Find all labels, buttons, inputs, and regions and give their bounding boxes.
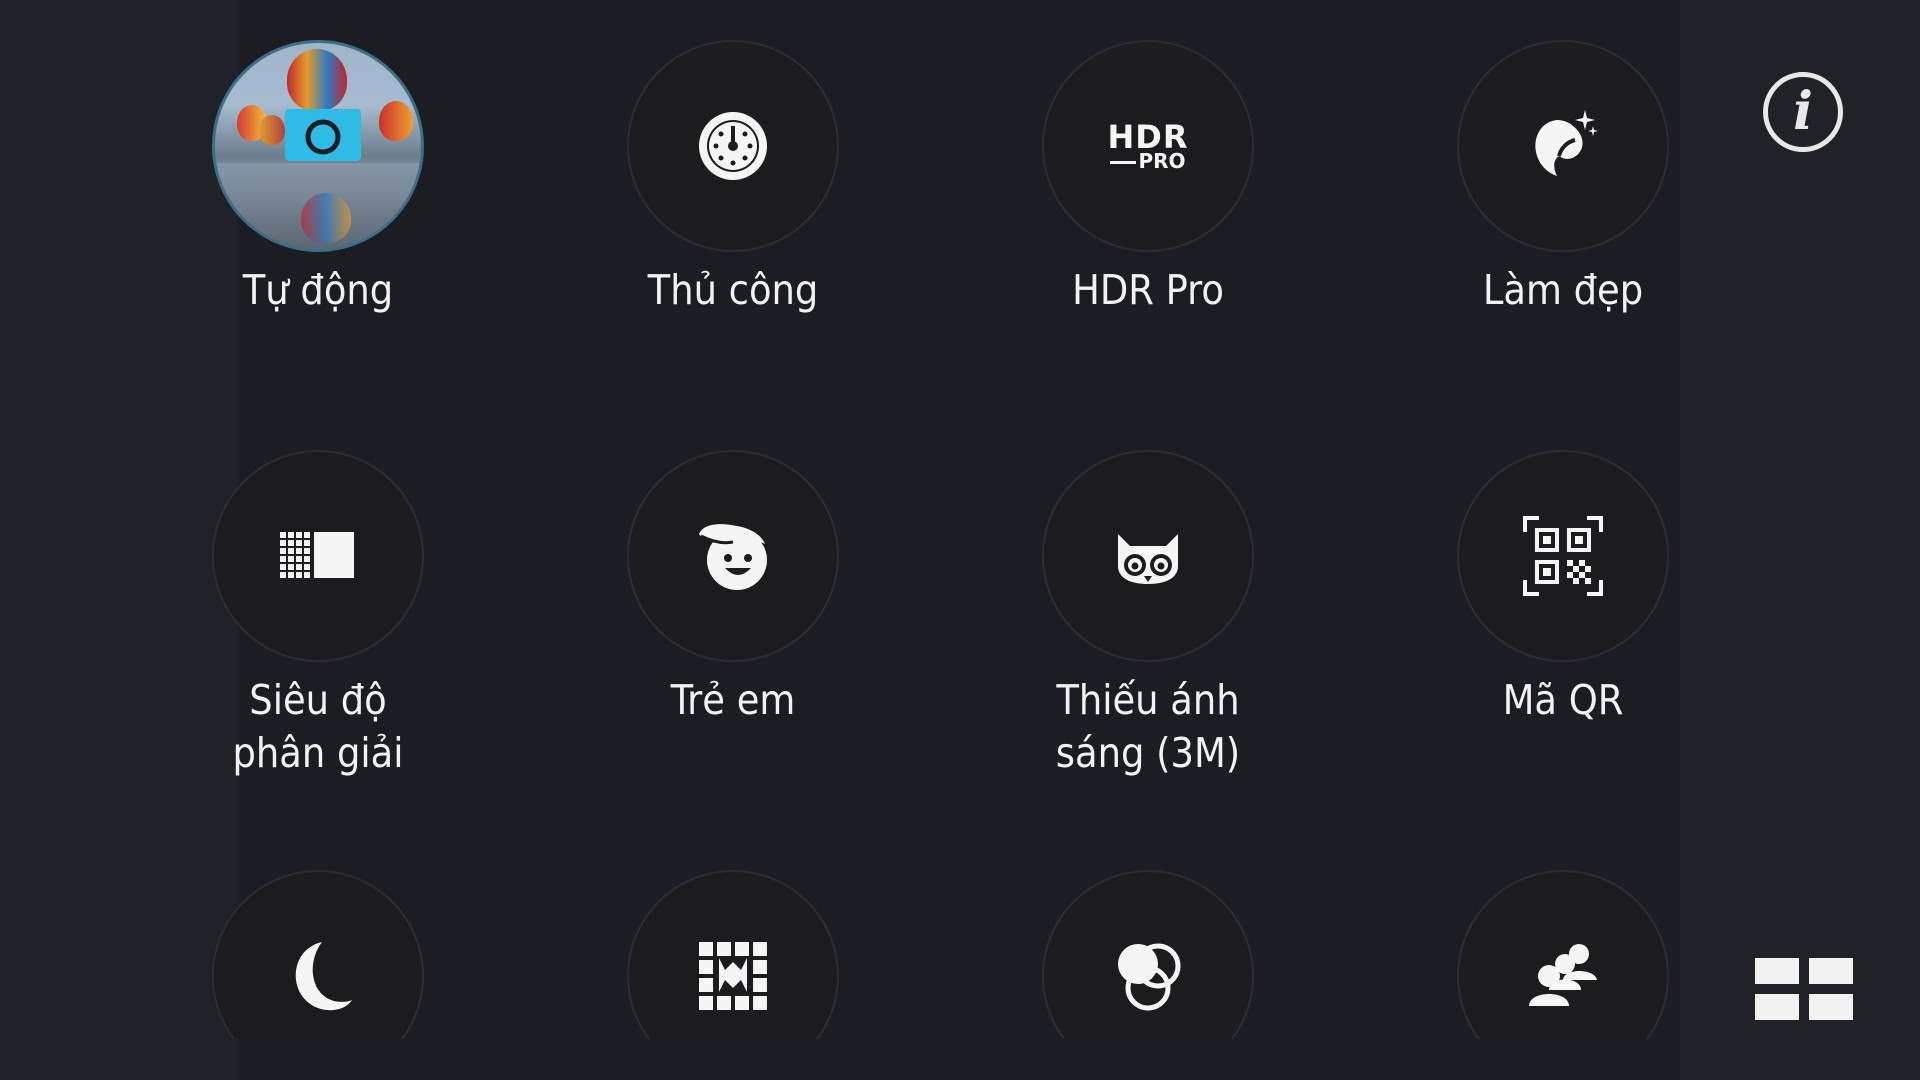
night-moon-icon: [295, 942, 352, 1011]
mode-collage-button[interactable]: [627, 870, 839, 1039]
mode-label: Tự động: [242, 266, 394, 314]
group-people-icon: [1529, 944, 1597, 1006]
mode-qr[interactable]: Mã QR: [1413, 450, 1680, 727]
manual-dial-icon: [699, 112, 767, 180]
mode-hdr-pro-button[interactable]: HDR PRO: [1042, 40, 1254, 252]
grid-layout-button[interactable]: [1755, 958, 1853, 1022]
mode-beauty[interactable]: Làm đẹp: [1413, 40, 1680, 317]
mode-beauty-button[interactable]: [1457, 40, 1669, 252]
mode-label: Thiếu ánh sáng (3M): [1055, 676, 1241, 777]
frame-collage-icon: [699, 942, 767, 1010]
mode-qr-button[interactable]: [1457, 450, 1669, 662]
mode-filter-button[interactable]: [1042, 870, 1254, 1039]
mode-manual-button[interactable]: [627, 40, 839, 252]
mode-label: Thủ công: [647, 266, 819, 314]
mode-low-light[interactable]: Thiếu ánh sáng (3M): [998, 450, 1298, 780]
mode-group-button[interactable]: [1457, 870, 1669, 1039]
mode-label: Trẻ em: [670, 676, 796, 724]
mode-auto[interactable]: Tự động: [168, 40, 468, 317]
mode-label: Siêu độ phân giải: [232, 676, 404, 777]
mode-children[interactable]: Trẻ em: [583, 450, 883, 727]
children-face-icon: [699, 524, 767, 590]
beautify-icon: [1535, 110, 1598, 176]
mode-label: Làm đẹp: [1482, 266, 1644, 314]
mode-label: HDR Pro: [1072, 266, 1224, 314]
mode-super-resolution[interactable]: Siêu độ phân giải: [168, 450, 468, 780]
info-icon: i: [1793, 81, 1813, 142]
mode-grid: Tự động Thủ công HDR PRO HDR Pro Làm đẹp…: [0, 0, 1680, 1039]
mode-night-button[interactable]: [212, 870, 424, 1039]
mode-label: Mã QR: [1502, 676, 1624, 724]
mode-auto-button[interactable]: [212, 40, 424, 252]
filter-circles-icon: [1118, 943, 1181, 1011]
mode-super-resolution-button[interactable]: [212, 450, 424, 662]
mode-low-light-button[interactable]: [1042, 450, 1254, 662]
hdr-pro-icon: HDR PRO: [1107, 118, 1189, 173]
mode-group[interactable]: [1413, 870, 1680, 1039]
qr-code-icon: [1523, 516, 1603, 596]
camera-mode-screen: Tự động Thủ công HDR PRO HDR Pro Làm đẹp…: [0, 0, 1920, 1080]
grid-layout-icon: [1755, 958, 1799, 984]
mode-night[interactable]: [168, 870, 468, 1039]
mode-collage[interactable]: [583, 870, 883, 1039]
auto-camera-icon: [285, 109, 361, 161]
mode-manual[interactable]: Thủ công: [583, 40, 883, 317]
low-light-owl-icon: [1118, 534, 1178, 584]
info-button[interactable]: i: [1763, 72, 1843, 152]
mode-children-button[interactable]: [627, 450, 839, 662]
mode-hdr-pro[interactable]: HDR PRO HDR Pro: [998, 40, 1298, 317]
super-resolution-icon: [280, 532, 354, 578]
mode-filter[interactable]: [998, 870, 1298, 1039]
